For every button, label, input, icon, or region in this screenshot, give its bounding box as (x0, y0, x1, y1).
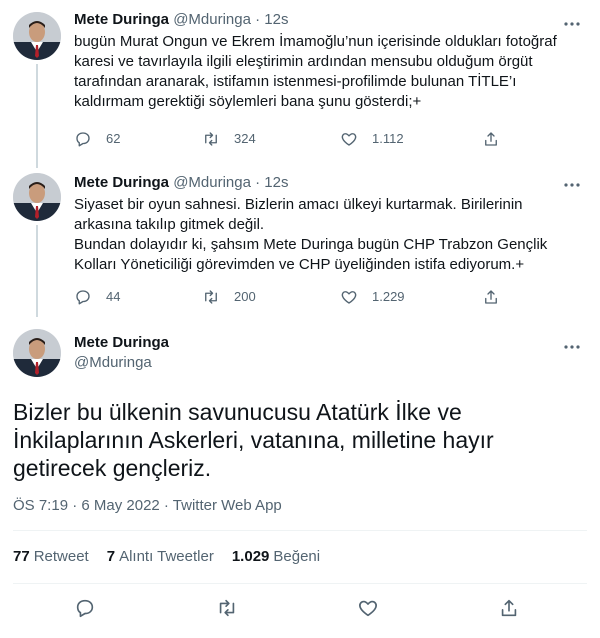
heart-icon (341, 133, 357, 146)
retweets-stat[interactable]: 77 Retweet (13, 547, 89, 567)
more-dots-icon[interactable] (562, 337, 582, 357)
likes-stat[interactable]: 1.029 Beğeni (232, 547, 320, 567)
tweet-stats: 77 Retweet 7 Alıntı Tweetler 1.029 Beğeni (13, 547, 320, 567)
share-button[interactable] (482, 288, 514, 306)
tweet-1[interactable]: Mete Duringa @Mduringa · 12s bugün Murat… (0, 0, 600, 168)
retweet-count: 324 (234, 131, 256, 146)
quotes-stat[interactable]: 7 Alıntı Tweetler (107, 547, 214, 567)
reply-icon (76, 132, 90, 147)
timestamp[interactable]: 12s (264, 174, 288, 191)
separator-dot: · (255, 11, 261, 28)
retweet-button[interactable]: 200 (202, 288, 256, 306)
tweet-text: bugün Murat Ongun ve Ekrem İmamoğlu’nun … (74, 33, 557, 110)
heart-icon (359, 600, 377, 617)
tweet-header: Mete Duringa @Mduringa (74, 333, 169, 373)
tweet-header: Mete Duringa @Mduringa · 12s (74, 173, 288, 193)
author-name[interactable]: Mete Duringa (74, 11, 169, 28)
retweet-button[interactable] (216, 597, 238, 624)
share-button[interactable] (482, 130, 514, 148)
tweet-2[interactable]: Mete Duringa @Mduringa · 12s Siyaset bir… (0, 165, 600, 317)
avatar[interactable] (13, 12, 61, 60)
retweet-button[interactable]: 324 (202, 130, 256, 148)
retweet-icon (219, 599, 235, 617)
tweet-actions: 62 324 1.112 (74, 130, 514, 150)
thread-line (36, 64, 38, 168)
retweet-icon (205, 290, 217, 304)
like-count: 1.112 (372, 131, 404, 146)
share-icon (501, 599, 517, 617)
quote-label: Alıntı Tweetler (119, 548, 214, 565)
share-icon (485, 290, 497, 304)
more-dots-icon[interactable] (562, 14, 582, 34)
author-handle[interactable]: @Mduringa (74, 353, 169, 373)
tweet-header: Mete Duringa @Mduringa · 12s (74, 10, 288, 30)
reply-button[interactable]: 62 (74, 130, 120, 148)
reply-button[interactable]: 44 (74, 288, 120, 306)
retweet-label: Retweet (33, 548, 89, 565)
reply-icon (76, 290, 90, 305)
quote-total: 7 (106, 548, 116, 565)
tweet-text: Bizler bu ülkenin savunucusu Atatürk İlk… (13, 399, 494, 481)
reply-button[interactable] (74, 597, 96, 624)
avatar[interactable] (13, 173, 61, 221)
divider (13, 583, 587, 584)
author-handle[interactable]: @Mduringa (173, 174, 251, 191)
reply-icon (76, 599, 94, 618)
retweet-icon (205, 132, 217, 146)
like-button[interactable] (357, 597, 379, 624)
tweet-text: Siyaset bir oyun sahnesi. Bizlerin amacı… (74, 196, 548, 273)
like-label: Beğeni (273, 548, 321, 565)
timestamp[interactable]: 12s (264, 11, 288, 28)
separator-dot: · (255, 174, 261, 191)
author-name[interactable]: Mete Duringa (74, 174, 169, 191)
share-button[interactable] (498, 597, 520, 624)
more-dots-icon[interactable] (562, 175, 582, 195)
like-count: 1.229 (372, 289, 405, 304)
like-total: 1.029 (231, 548, 270, 565)
heart-icon (341, 291, 357, 304)
reply-count: 62 (106, 131, 121, 146)
tweet-meta[interactable]: ÖS 7:19 · 6 May 2022 · Twitter Web App (13, 496, 282, 516)
divider (13, 530, 587, 531)
like-button[interactable]: 1.229 (340, 288, 405, 306)
avatar[interactable] (13, 329, 61, 377)
tweet-actions: 44 200 1.229 (74, 288, 514, 308)
author-handle[interactable]: @Mduringa (173, 11, 251, 28)
share-icon (485, 132, 497, 146)
retweet-total: 77 (13, 548, 30, 565)
thread-line (36, 225, 38, 317)
author-name[interactable]: Mete Duringa (74, 333, 169, 353)
reply-count: 44 (106, 289, 121, 304)
like-button[interactable]: 1.112 (340, 130, 404, 148)
tweet-actions (0, 597, 600, 621)
retweet-count: 200 (234, 289, 256, 304)
main-tweet: Mete Duringa @Mduringa Bizler bu ülkenin… (0, 315, 600, 638)
